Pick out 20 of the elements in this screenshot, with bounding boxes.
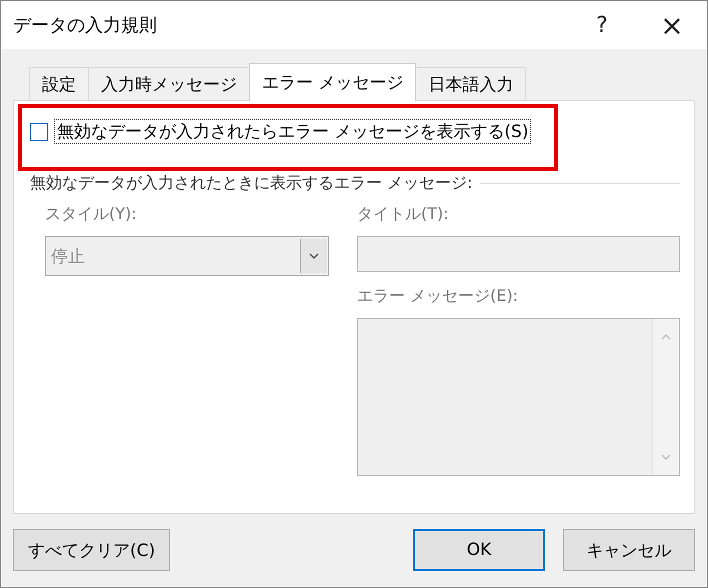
cancel-button[interactable]: キャンセル [563,529,695,571]
chevron-down-icon [300,239,327,273]
style-label: スタイル(Y): [45,204,138,225]
window-title: データの入力規則 [13,14,158,37]
tab[interactable]: 日本語入力 [415,67,526,101]
close-button[interactable]: × [637,1,707,49]
help-button[interactable]: ? [567,1,637,49]
tab[interactable]: エラー メッセージ [249,63,416,101]
ok-button[interactable]: OK [413,529,545,571]
clear-all-button[interactable]: すべてクリア(C) [13,529,170,571]
scrollbar[interactable] [652,319,679,475]
scroll-up-icon[interactable] [660,333,672,341]
checkbox-label[interactable]: 無効なデータが入力されたらエラー メッセージを表示する(S) [54,119,532,144]
title-label: タイトル(T): [357,204,450,225]
scroll-down-icon[interactable] [660,453,672,461]
checkbox[interactable] [30,122,48,140]
tab[interactable]: 設定 [29,67,89,101]
message-field[interactable] [357,318,680,476]
message-label: エラー メッセージ(E): [357,286,520,307]
group-label: 無効なデータが入力されたときに表示するエラー メッセージ: [30,173,472,194]
